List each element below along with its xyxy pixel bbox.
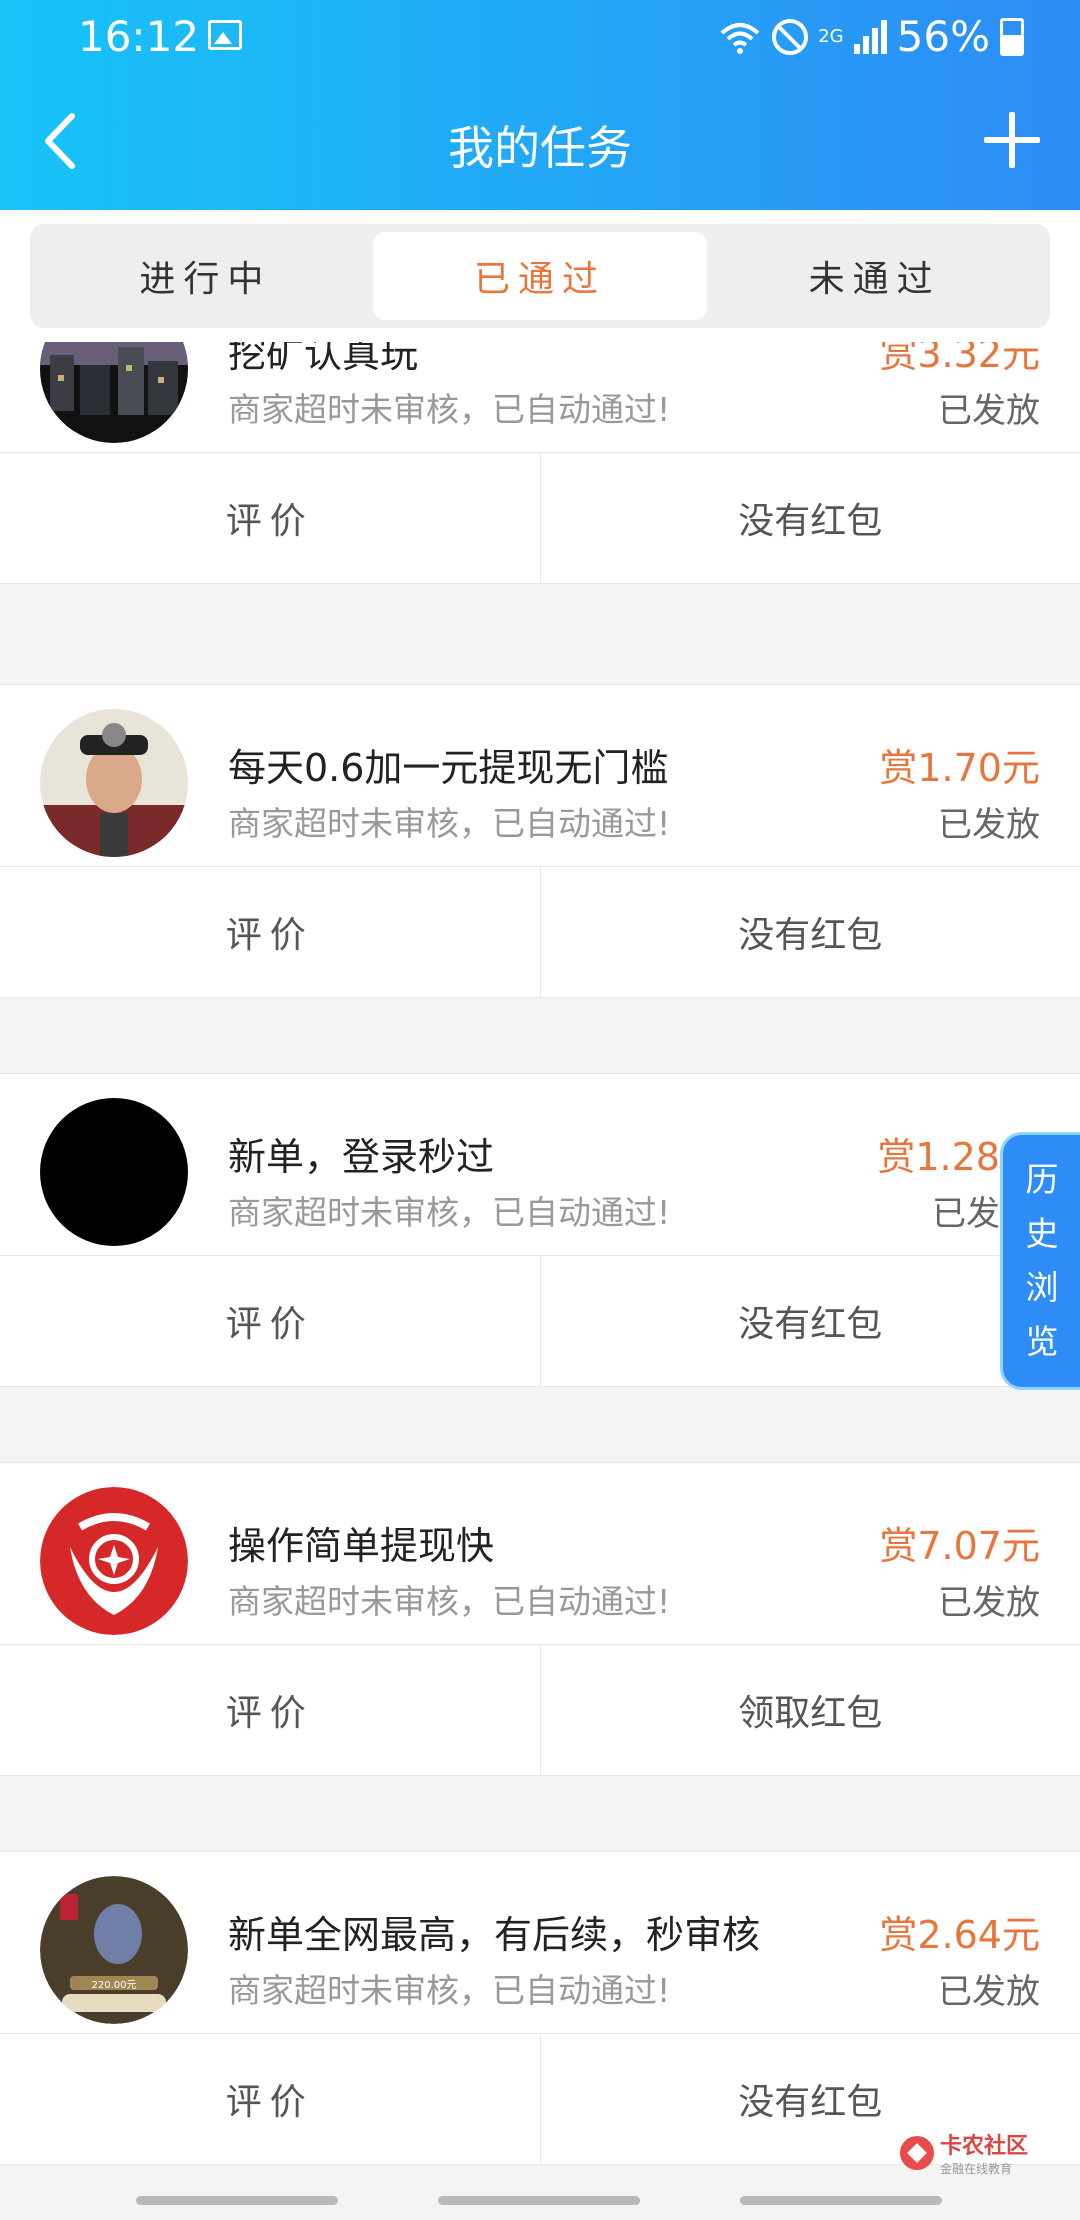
avatar: [40, 1098, 188, 1246]
red-packet-button[interactable]: 没有红包: [539, 1256, 1080, 1386]
signal-icon: [853, 19, 887, 54]
system-nav-bar: [0, 2176, 1080, 2220]
task-card-info[interactable]: 220.00元 新单全网最高，有后续，秒审核 商家超时未审核，已自动通过! 赏2…: [0, 1852, 1080, 2034]
task-title: 新单，登录秒过: [228, 1135, 495, 1179]
battery-icon: [1000, 17, 1024, 56]
red-packet-button[interactable]: 领取红包: [539, 1645, 1080, 1775]
avatar: [40, 1487, 188, 1635]
task-card-info[interactable]: 每天0.6加一元提现无门槛 商家超时未审核，已自动通过! 赏1.70元 已发放: [0, 685, 1080, 867]
task-list[interactable]: 挖矿认真玩 商家超时未审核，已自动通过! 赏3.32元 已发放 评价 没有红包: [0, 342, 1080, 2176]
task-reward: 赏7.07元: [879, 1524, 1040, 1568]
task-card[interactable]: 新单，登录秒过 商家超时未审核，已自动通过! 赏1.28 已发 评价 没有红包: [0, 1073, 1080, 1387]
task-actions: 评价 领取红包: [0, 1645, 1080, 1775]
task-status: 已发放: [938, 805, 1040, 845]
task-card[interactable]: 220.00元 新单全网最高，有后续，秒审核 商家超时未审核，已自动通过! 赏2…: [0, 1851, 1080, 2165]
rate-button[interactable]: 评价: [0, 453, 540, 583]
tab-approved[interactable]: 已通过: [372, 232, 708, 320]
task-title: 新单全网最高，有后续，秒审核: [228, 1913, 761, 1957]
task-card[interactable]: 每天0.6加一元提现无门槛 商家超时未审核，已自动通过! 赏1.70元 已发放 …: [0, 684, 1080, 998]
tab-segment: 进行中 已通过 未通过: [30, 224, 1050, 328]
status-icons: 2G 56%: [718, 12, 1024, 61]
task-title: 挖矿认真玩: [228, 342, 419, 376]
history-browse-button[interactable]: 历 史 浏 览: [1000, 1132, 1080, 1390]
task-actions: 评价 没有红包: [0, 453, 1080, 583]
history-char: 浏: [1025, 1268, 1059, 1307]
avatar: 220.00元: [40, 1876, 188, 2024]
task-actions: 评价 没有红包: [0, 1256, 1080, 1386]
red-packet-button[interactable]: 没有红包: [539, 453, 1080, 583]
status-bar: 16:12 2G 56%: [0, 0, 1080, 72]
task-status: 已发放: [938, 391, 1040, 431]
nav-pill-center[interactable]: [438, 2196, 640, 2205]
do-not-disturb-icon: [772, 18, 809, 55]
nav-pill-left[interactable]: [136, 2196, 338, 2205]
image-notification-icon: [208, 20, 242, 50]
task-reward: 赏2.64元: [879, 1913, 1040, 1957]
status-time: 16:12: [78, 12, 200, 61]
task-card-info[interactable]: 新单，登录秒过 商家超时未审核，已自动通过! 赏1.28 已发: [0, 1074, 1080, 1256]
watermark-name: 卡农社区: [940, 2134, 1029, 2159]
watermark-sub: 金融在线教育: [940, 2162, 1013, 2176]
network-type: 2G: [818, 26, 844, 47]
tab-in-progress[interactable]: 进行中: [38, 232, 373, 320]
task-subtitle: 商家超时未审核，已自动通过!: [228, 390, 671, 429]
avatar: [40, 342, 188, 443]
watermark: 卡农社区 金融在线教育: [900, 2128, 1028, 2177]
avatar: [40, 709, 188, 857]
app-header: 16:12 2G 56% 我的任务: [0, 0, 1080, 210]
task-status: 已发: [932, 1194, 1000, 1234]
wifi-icon: [720, 22, 760, 54]
task-title: 操作简单提现快: [228, 1524, 495, 1568]
task-subtitle: 商家超时未审核，已自动通过!: [228, 804, 671, 843]
task-subtitle: 商家超时未审核，已自动通过!: [228, 1971, 671, 2010]
task-actions: 评价 没有红包: [0, 867, 1080, 997]
rate-button[interactable]: 评价: [0, 1645, 540, 1775]
task-reward: 赏3.32元: [879, 342, 1040, 376]
history-char: 历: [1025, 1160, 1059, 1199]
task-reward: 赏1.70元: [879, 746, 1040, 790]
task-subtitle: 商家超时未审核，已自动通过!: [228, 1193, 671, 1232]
task-card-info[interactable]: 挖矿认真玩 商家超时未审核，已自动通过! 赏3.32元 已发放: [0, 342, 1080, 453]
avatar-amount: 220.00元: [91, 1980, 137, 1991]
task-card[interactable]: 挖矿认真玩 商家超时未审核，已自动通过! 赏3.32元 已发放 评价 没有红包: [0, 342, 1080, 584]
task-status: 已发放: [938, 1972, 1040, 2012]
watermark-logo-icon: [900, 2135, 934, 2170]
history-char: 史: [1025, 1214, 1059, 1253]
tab-rejected[interactable]: 未通过: [707, 232, 1042, 320]
nav-pill-right[interactable]: [740, 2196, 942, 2205]
task-title: 每天0.6加一元提现无门槛: [228, 746, 669, 790]
rate-button[interactable]: 评价: [0, 1256, 540, 1386]
task-card[interactable]: 操作简单提现快 商家超时未审核，已自动通过! 赏7.07元 已发放 评价 领取红…: [0, 1462, 1080, 1776]
red-packet-button[interactable]: 没有红包: [539, 867, 1080, 997]
tab-bar: 进行中 已通过 未通过: [0, 210, 1080, 342]
rate-button[interactable]: 评价: [0, 2034, 540, 2164]
add-icon[interactable]: [984, 112, 1040, 168]
task-status: 已发放: [938, 1583, 1040, 1623]
history-char: 览: [1025, 1322, 1059, 1361]
task-card-info[interactable]: 操作简单提现快 商家超时未审核，已自动通过! 赏7.07元 已发放: [0, 1463, 1080, 1645]
task-subtitle: 商家超时未审核，已自动通过!: [228, 1582, 671, 1621]
page-title: 我的任务: [448, 121, 632, 175]
battery-percent: 56%: [896, 12, 990, 61]
task-reward: 赏1.28: [877, 1135, 1000, 1179]
rate-button[interactable]: 评价: [0, 867, 540, 997]
